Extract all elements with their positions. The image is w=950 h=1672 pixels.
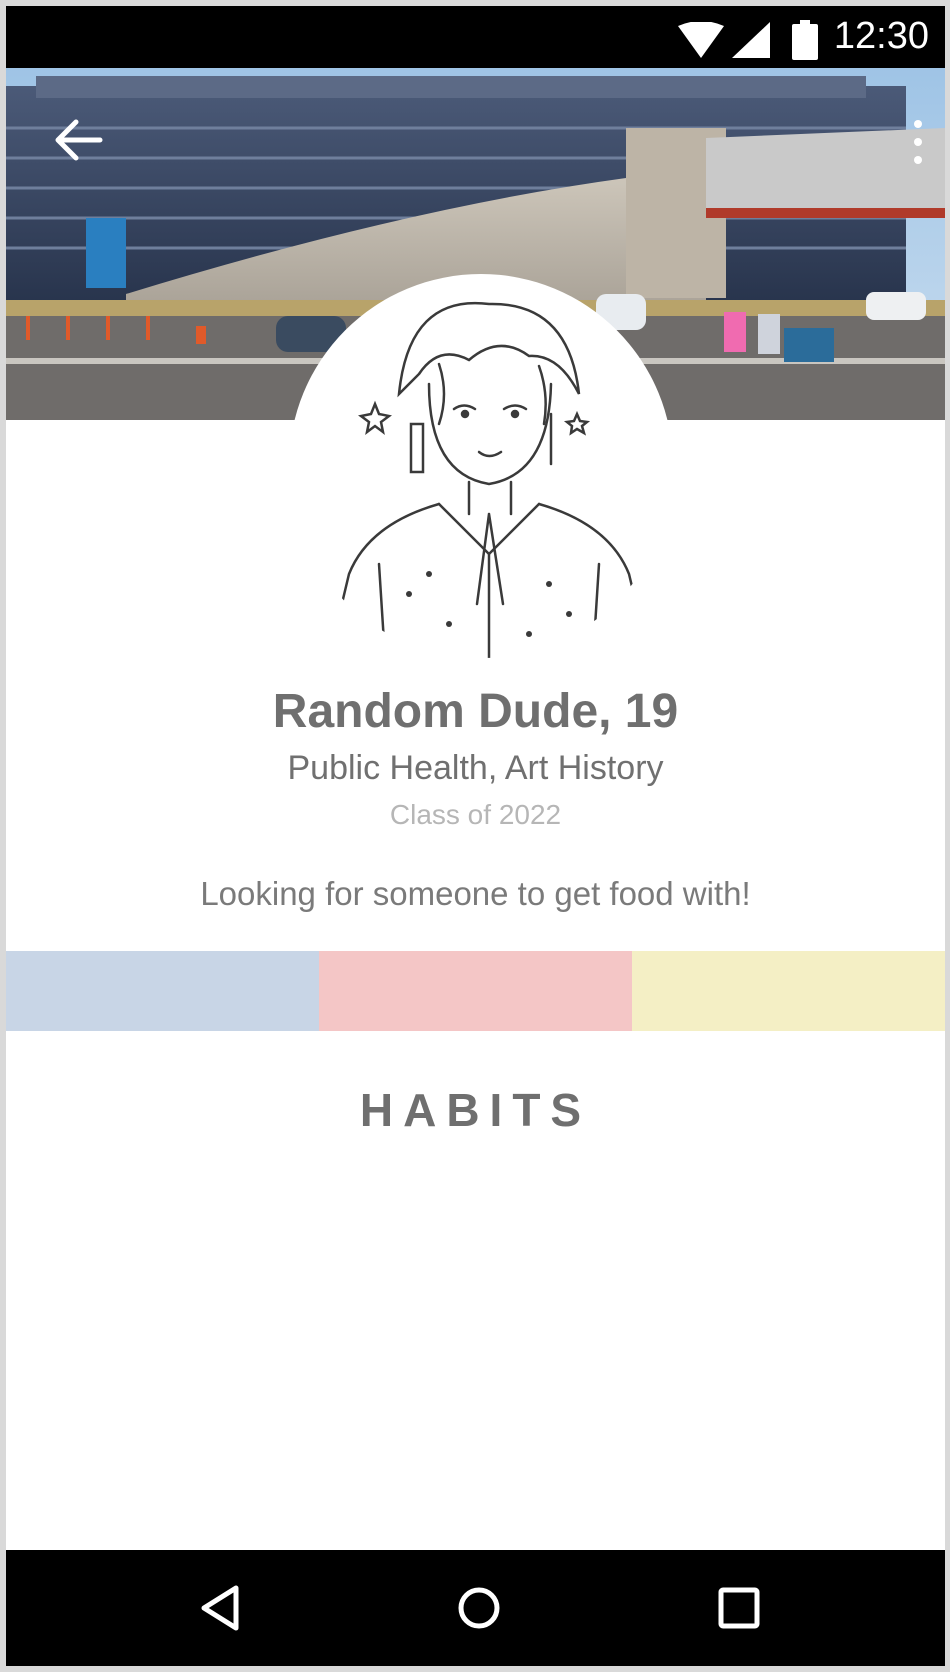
navigation-bar — [6, 1550, 945, 1666]
nav-recents-icon[interactable] — [709, 1578, 769, 1638]
swatch-pink — [319, 951, 632, 1031]
status-bar: 12:30 — [6, 6, 945, 68]
profile-name: Random Dude, 19 — [272, 685, 679, 738]
status-time: 12:30 — [833, 15, 929, 57]
avatar-sketch — [327, 301, 651, 658]
back-arrow-icon[interactable] — [50, 112, 106, 168]
swatch-blue — [6, 951, 319, 1031]
more-vertical-icon[interactable] — [906, 118, 930, 166]
nav-home-icon[interactable] — [449, 1578, 509, 1638]
phone-screen: 12:30 Random Dude, 19 Public Health, Art… — [6, 6, 945, 1666]
avatar[interactable] — [289, 274, 673, 658]
profile-class-year: Class of 2022 — [389, 799, 562, 830]
wifi-icon — [678, 22, 724, 58]
signal-icon — [732, 22, 770, 58]
nav-back-icon[interactable] — [190, 1578, 250, 1638]
profile-majors: Public Health, Art History — [287, 749, 664, 787]
battery-icon — [792, 20, 818, 60]
color-strip — [6, 951, 945, 1031]
profile-bio: Looking for someone to get food with! — [200, 875, 751, 912]
swatch-yellow — [632, 951, 945, 1031]
habits-heading: HABITS — [359, 1084, 592, 1136]
